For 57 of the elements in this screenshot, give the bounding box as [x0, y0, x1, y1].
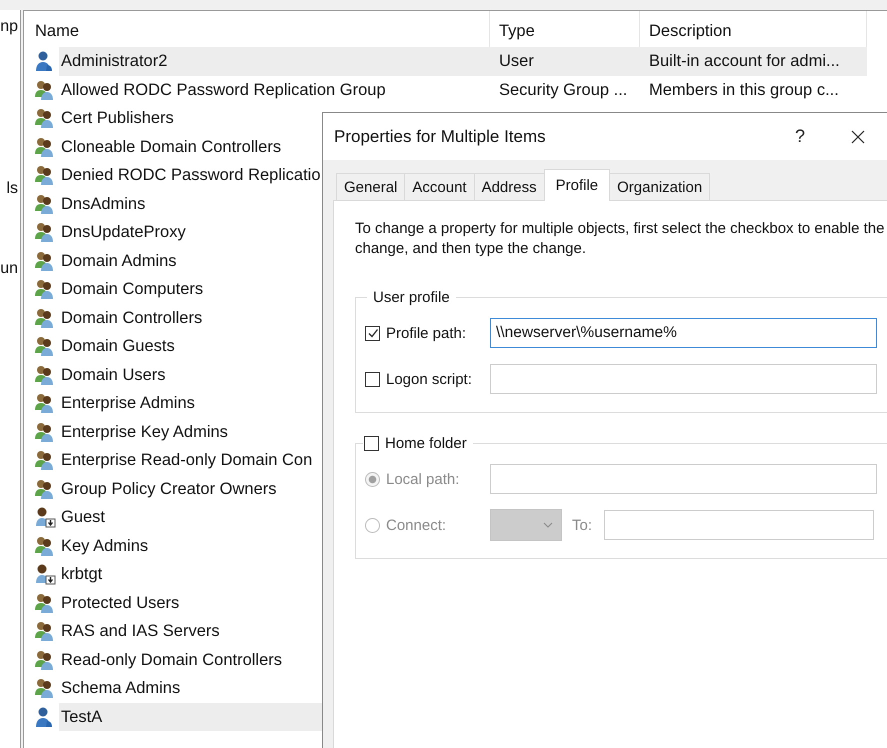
group-icon — [34, 677, 56, 700]
list-item[interactable]: Read-only Domain Controllers — [34, 646, 490, 674]
text-field[interactable] — [490, 364, 877, 394]
table-cell: Built-in account for admi... — [649, 52, 840, 70]
list-item[interactable]: RAS and IAS Servers — [34, 617, 490, 646]
field-label: Logon script: — [386, 370, 472, 388]
group-icon — [34, 620, 56, 642]
text-field[interactable]: \\newserver\%username% — [490, 318, 877, 348]
tree-item[interactable]: ls — [6, 180, 18, 198]
list-item[interactable]: Enterprise Admins — [34, 389, 490, 418]
group-icon — [34, 478, 56, 500]
group-icon — [34, 78, 56, 101]
list-item[interactable]: Protected Users — [34, 588, 490, 617]
tab[interactable]: Organization — [609, 173, 710, 200]
group-icon — [34, 107, 56, 130]
group-icon — [34, 306, 56, 329]
instructions-text: To change a property for multiple objects, first select the checkbox to enable the change, and then type the change. — [355, 219, 886, 259]
list-item[interactable]: Schema Admins — [34, 674, 490, 702]
group-icon — [34, 335, 56, 358]
checkbox[interactable] — [364, 436, 379, 451]
group-icon — [34, 221, 56, 244]
group-icon — [34, 420, 56, 443]
user-arrow-icon — [34, 563, 56, 586]
tree-item[interactable]: np — [0, 18, 18, 36]
field-label: Profile path: — [386, 324, 466, 342]
group-icon — [34, 534, 56, 557]
table-cell: User — [499, 52, 534, 70]
field-label: Local path: — [386, 470, 460, 488]
group-icon — [34, 449, 56, 472]
group-icon — [34, 592, 56, 614]
checkbox[interactable] — [365, 372, 380, 386]
checkbox[interactable] — [365, 326, 380, 340]
group-icon — [34, 136, 56, 158]
tab[interactable]: Profile — [544, 169, 610, 201]
group-icon — [34, 250, 56, 272]
tree-item[interactable]: un — [0, 260, 18, 278]
field-label: Connect: — [386, 516, 446, 534]
group-title: Home folder — [385, 435, 467, 452]
field-label: To: — [572, 516, 592, 534]
group-icon — [34, 392, 56, 414]
table-cell: Members in this group c... — [649, 80, 839, 98]
help-button[interactable]: ? — [790, 126, 809, 147]
group-title: User profile — [372, 289, 451, 306]
chevron-down-icon — [543, 522, 553, 528]
group-icon — [34, 648, 56, 671]
group-icon — [34, 164, 56, 186]
group-icon — [34, 364, 56, 386]
tab[interactable]: General — [336, 173, 406, 200]
list-item[interactable]: krbtgt — [34, 560, 490, 588]
close-icon[interactable] — [851, 130, 865, 144]
group-icon — [34, 278, 56, 300]
table-cell: Security Group ... — [499, 80, 628, 98]
list-item[interactable]: Allowed RODC Password Replication Group — [34, 76, 490, 104]
list-item[interactable]: Key Admins — [34, 532, 490, 560]
group-icon — [34, 192, 56, 215]
user-arrow-icon — [34, 506, 56, 528]
dialog-title: Properties for Multiple Items — [334, 126, 547, 146]
